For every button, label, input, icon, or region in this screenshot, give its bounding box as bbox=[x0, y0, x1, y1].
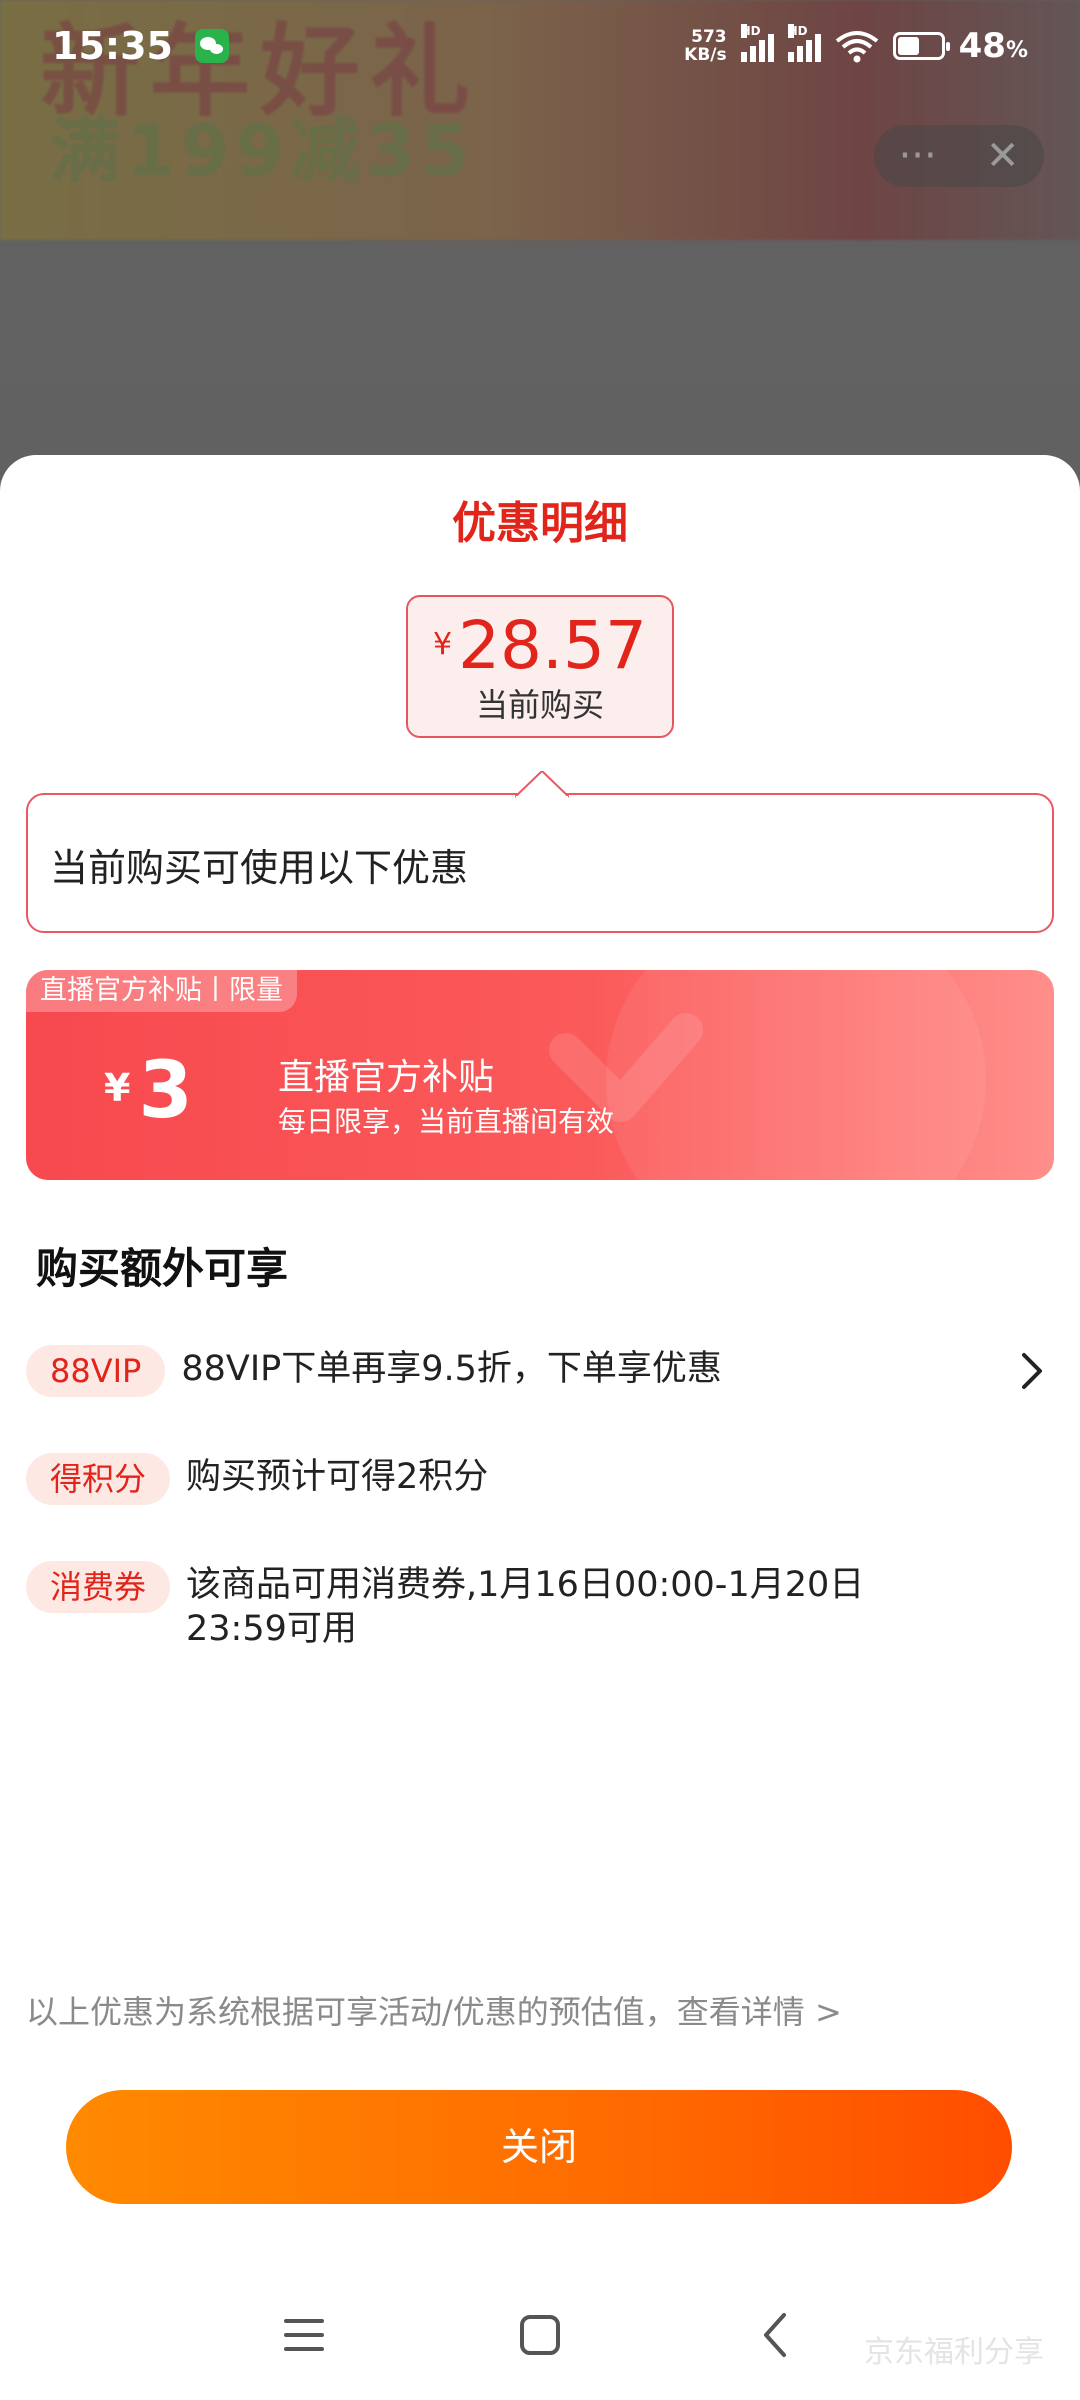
close-icon[interactable]: ✕ bbox=[986, 133, 1020, 179]
current-price-box: ¥28.57 当前购买 bbox=[406, 595, 674, 738]
discount-detail-sheet: 优惠明细 ¥28.57 当前购买 当前购买可使用以下优惠 直播官方补贴丨限量 ¥… bbox=[0, 455, 1080, 2400]
sim2-hd-label: HD bbox=[787, 24, 808, 38]
price-amount: 28.57 bbox=[458, 607, 648, 684]
wifi-icon bbox=[835, 31, 878, 63]
sheet-title: 优惠明细 bbox=[452, 498, 628, 549]
extra-benefits-title: 购买额外可享 bbox=[36, 1244, 289, 1293]
system-nav-bar: 京东福利分享 bbox=[0, 2255, 1080, 2400]
wechat-icon bbox=[194, 29, 229, 63]
coupon-description: 每日限享，当前直播间有效 bbox=[278, 1105, 615, 1138]
network-speed-value: 573 bbox=[691, 27, 727, 47]
close-button[interactable]: 关闭 bbox=[66, 2090, 1012, 2204]
home-icon[interactable] bbox=[510, 2305, 570, 2365]
coupon-amount: ¥3 bbox=[104, 1046, 193, 1136]
mini-program-capsule: ··· ✕ bbox=[874, 125, 1044, 187]
sim1-hd-label: HD bbox=[740, 24, 761, 38]
price-label: 当前购买 bbox=[475, 686, 604, 724]
status-bar: 15:35 573 KB/s HD HD 48% bbox=[0, 0, 1080, 92]
back-icon[interactable] bbox=[746, 2305, 806, 2365]
current-price: ¥28.57 bbox=[408, 607, 672, 684]
network-speed: 573 KB/s bbox=[684, 28, 726, 64]
watermark: 京东福利分享 bbox=[864, 2335, 1044, 2370]
estimate-disclaimer-link[interactable]: 以上优惠为系统根据可享活动/优惠的预估值，查看详情 > bbox=[26, 1987, 842, 2033]
more-icon[interactable]: ··· bbox=[899, 133, 937, 179]
benefit-row-voucher: 消费券 该商品可用消费券,1月16日00:00-1月20日 23:59可用 bbox=[26, 1561, 1054, 1651]
benefit-text: 购买预计可得2积分 bbox=[186, 1457, 489, 1497]
clock: 15:35 bbox=[52, 24, 173, 68]
battery-icon bbox=[892, 32, 950, 60]
benefit-tag: 得积分 bbox=[26, 1453, 171, 1505]
signal-icon: HD bbox=[740, 24, 774, 62]
benefit-text: 88VIP下单再享9.5折，下单享优惠 bbox=[181, 1349, 722, 1389]
coupon-title: 直播官方补贴 bbox=[278, 1057, 495, 1098]
signal-icon: HD bbox=[787, 24, 821, 62]
coupon-tag: 直播官方补贴丨限量 bbox=[26, 970, 297, 1012]
coupon-value: 3 bbox=[138, 1046, 193, 1136]
coupon-currency: ¥ bbox=[104, 1066, 131, 1110]
benefit-tag: 消费券 bbox=[26, 1561, 171, 1613]
available-discounts-bubble: 当前购买可使用以下优惠 bbox=[26, 771, 1054, 933]
chevron-right-icon[interactable] bbox=[1010, 1349, 1054, 1393]
live-subsidy-coupon[interactable]: 直播官方补贴丨限量 ¥3 直播官方补贴 每日限享，当前直播间有效 bbox=[26, 970, 1054, 1180]
battery-level: 48% bbox=[958, 26, 1028, 66]
benefit-row-88vip[interactable]: 88VIP 88VIP下单再享9.5折，下单享优惠 bbox=[26, 1345, 1054, 1397]
status-icons: 573 KB/s HD HD 48% bbox=[684, 24, 1028, 66]
price-currency: ¥ bbox=[432, 627, 453, 662]
bubble-text: 当前购买可使用以下优惠 bbox=[50, 846, 469, 890]
benefit-text: 该商品可用消费券,1月16日00:00-1月20日 23:59可用 bbox=[186, 1565, 865, 1649]
network-speed-unit: KB/s bbox=[684, 45, 727, 65]
benefit-tag: 88VIP bbox=[26, 1345, 166, 1397]
benefit-row-points: 得积分 购买预计可得2积分 bbox=[26, 1453, 1054, 1505]
menu-icon[interactable] bbox=[274, 2305, 334, 2365]
